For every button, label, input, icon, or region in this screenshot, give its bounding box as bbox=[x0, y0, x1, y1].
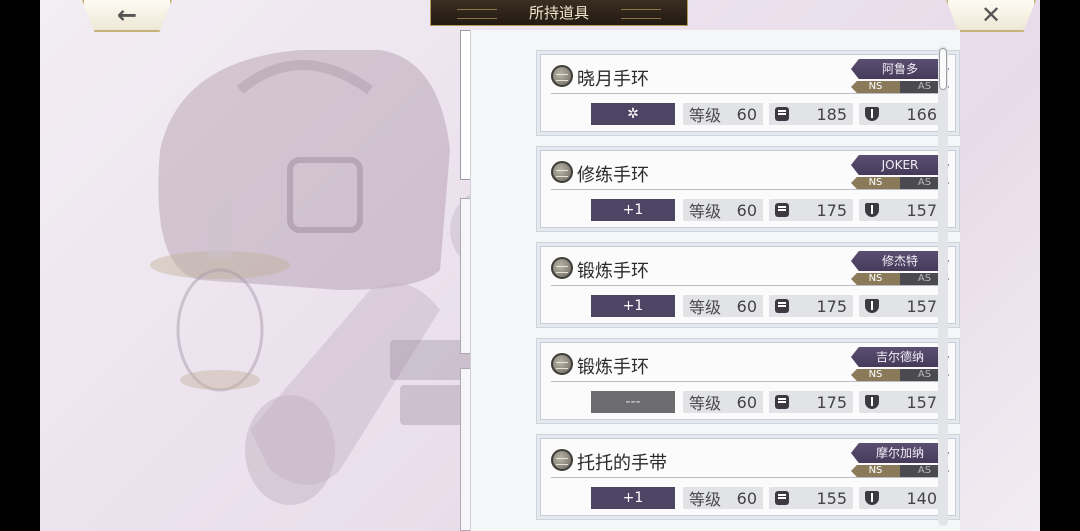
defense-icon bbox=[865, 107, 879, 121]
bracelet-icon bbox=[551, 161, 573, 183]
character-tag: 吉尔德纳 bbox=[851, 347, 949, 367]
defense-value: 140 bbox=[906, 488, 937, 508]
level-value: 60 bbox=[736, 392, 757, 412]
level-label: 等级 bbox=[689, 490, 722, 509]
attack-stat: 175 bbox=[769, 391, 853, 413]
ns-label: NS bbox=[851, 369, 900, 381]
level-stat: 等级 60 bbox=[683, 295, 763, 317]
attack-stat: 175 bbox=[769, 295, 853, 317]
level-stat: 等级 60 bbox=[683, 487, 763, 509]
page-title: 所持道具 bbox=[430, 0, 688, 26]
list-item[interactable]: 修练手环 JOKER NS AS +1 等级 60 175 157 bbox=[536, 146, 960, 232]
defense-value: 157 bbox=[906, 200, 937, 220]
item-name: 托托的手带 bbox=[577, 453, 667, 474]
close-icon: ✕ bbox=[980, 1, 1002, 29]
attack-value: 185 bbox=[816, 104, 847, 124]
ns-as-badge: NS AS bbox=[851, 273, 949, 285]
enhance-level: +1 bbox=[591, 199, 675, 221]
scrollbar[interactable] bbox=[938, 46, 948, 526]
ns-label: NS bbox=[851, 273, 900, 285]
stat-row: --- 等级 60 175 157 bbox=[591, 391, 949, 413]
defense-icon bbox=[865, 299, 879, 313]
level-value: 60 bbox=[736, 296, 757, 316]
divider bbox=[551, 477, 945, 478]
level-label: 等级 bbox=[689, 106, 722, 125]
stat-row: +1 等级 60 175 157 bbox=[591, 199, 949, 221]
bracelet-icon bbox=[551, 257, 573, 279]
attack-icon bbox=[775, 491, 789, 505]
ns-as-badge: NS AS bbox=[851, 369, 949, 381]
defense-value: 166 bbox=[906, 104, 937, 124]
level-value: 60 bbox=[736, 104, 757, 124]
level-label: 等级 bbox=[689, 298, 722, 317]
level-label: 等级 bbox=[689, 202, 722, 221]
bracelet-icon bbox=[551, 449, 573, 471]
level-stat: 等级 60 bbox=[683, 391, 763, 413]
ns-label: NS bbox=[851, 465, 900, 477]
ns-as-badge: NS AS bbox=[851, 465, 949, 477]
attack-stat: 185 bbox=[769, 103, 853, 125]
stat-row: +1 等级 60 155 140 bbox=[591, 487, 949, 509]
list-item[interactable]: 晓月手环 阿鲁多 NS AS ✲ 等级 60 185 166 bbox=[536, 50, 960, 136]
divider bbox=[551, 189, 945, 190]
level-value: 60 bbox=[736, 488, 757, 508]
item-name: 修练手环 bbox=[577, 165, 649, 186]
enhance-level: +1 bbox=[591, 487, 675, 509]
attack-icon bbox=[775, 203, 789, 217]
level-label: 等级 bbox=[689, 394, 722, 413]
attack-value: 155 bbox=[816, 488, 847, 508]
divider bbox=[551, 381, 945, 382]
list-item[interactable]: 锻炼手环 修杰特 NS AS +1 等级 60 175 157 bbox=[536, 242, 960, 328]
defense-stat: 157 bbox=[859, 199, 943, 221]
stat-row: ✲ 等级 60 185 166 bbox=[591, 103, 949, 125]
item-name: 锻炼手环 bbox=[577, 261, 649, 282]
character-tag: 阿鲁多 bbox=[851, 59, 949, 79]
enhance-level: ✲ bbox=[591, 103, 675, 125]
enhance-level: +1 bbox=[591, 295, 675, 317]
close-button[interactable]: ✕ bbox=[946, 0, 1036, 32]
defense-icon bbox=[865, 395, 879, 409]
character-tag: 摩尔加纳 bbox=[851, 443, 949, 463]
attack-icon bbox=[775, 395, 789, 409]
bracelet-icon bbox=[551, 353, 573, 375]
defense-stat: 157 bbox=[859, 391, 943, 413]
arrow-left-icon: ← bbox=[116, 1, 138, 29]
item-name: 晓月手环 bbox=[577, 69, 649, 90]
character-tag: 修杰特 bbox=[851, 251, 949, 271]
attack-stat: 175 bbox=[769, 199, 853, 221]
divider bbox=[551, 93, 945, 94]
level-stat: 等级 60 bbox=[683, 199, 763, 221]
character-tag: JOKER bbox=[851, 155, 949, 175]
stat-row: +1 等级 60 175 157 bbox=[591, 295, 949, 317]
ns-label: NS bbox=[851, 81, 900, 93]
bracelet-icon bbox=[551, 65, 573, 87]
defense-stat: 157 bbox=[859, 295, 943, 317]
defense-stat: 140 bbox=[859, 487, 943, 509]
attack-stat: 155 bbox=[769, 487, 853, 509]
level-value: 60 bbox=[736, 200, 757, 220]
back-button[interactable]: ← bbox=[82, 0, 172, 32]
defense-value: 157 bbox=[906, 392, 937, 412]
item-name: 锻炼手环 bbox=[577, 357, 649, 378]
ns-as-badge: NS AS bbox=[851, 81, 949, 93]
ns-label: NS bbox=[851, 177, 900, 189]
attack-value: 175 bbox=[816, 200, 847, 220]
enhance-level: --- bbox=[591, 391, 675, 413]
divider bbox=[551, 285, 945, 286]
defense-stat: 166 bbox=[859, 103, 943, 125]
defense-icon bbox=[865, 491, 879, 505]
level-stat: 等级 60 bbox=[683, 103, 763, 125]
attack-icon bbox=[775, 107, 789, 121]
scrollbar-thumb[interactable] bbox=[939, 48, 947, 90]
defense-value: 157 bbox=[906, 296, 937, 316]
list-item[interactable]: 锻炼手环 吉尔德纳 NS AS --- 等级 60 175 157 bbox=[536, 338, 960, 424]
ns-as-badge: NS AS bbox=[851, 177, 949, 189]
attack-icon bbox=[775, 299, 789, 313]
attack-value: 175 bbox=[816, 392, 847, 412]
attack-value: 175 bbox=[816, 296, 847, 316]
defense-icon bbox=[865, 203, 879, 217]
list-item[interactable]: 托托的手带 摩尔加纳 NS AS +1 等级 60 155 140 bbox=[536, 434, 960, 520]
